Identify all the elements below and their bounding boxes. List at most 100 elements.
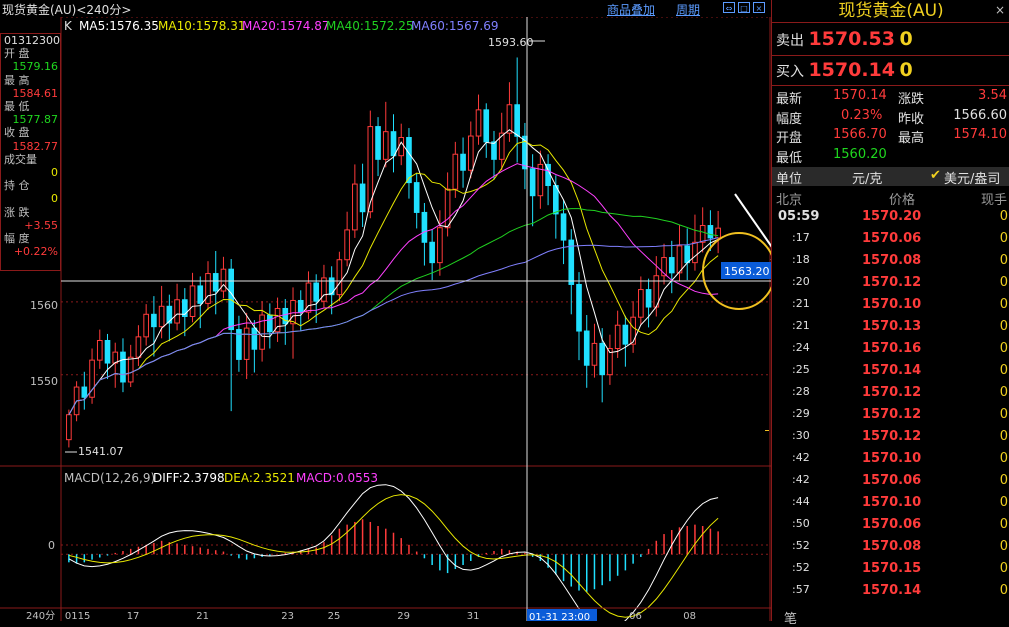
tick-time: :21 <box>792 319 810 332</box>
candle-up <box>336 259 343 296</box>
candle-up <box>243 327 250 360</box>
time-label: 08 <box>683 611 696 621</box>
buy-label: 买入 <box>776 64 804 80</box>
tick-price: 1570.12 <box>862 407 922 422</box>
info-pct-value: +0.22% <box>13 245 58 259</box>
close-chart-icon[interactable]: × <box>753 2 765 13</box>
info-low-value: 1577.87 <box>12 113 59 127</box>
tick-row[interactable]: :52 1570.15 0 <box>772 561 1009 583</box>
tick-volume: 0 <box>999 561 1008 576</box>
check-icon: ✔ <box>930 168 941 183</box>
buy-volume: 0 <box>899 59 913 81</box>
tick-row[interactable]: :21 1570.10 0 <box>772 297 1009 319</box>
tick-row[interactable]: :20 1570.12 0 <box>772 275 1009 297</box>
unit-option[interactable]: 元/克 <box>852 168 882 187</box>
candle-down <box>151 313 157 328</box>
amplitude-value: 0.23% <box>841 108 883 123</box>
prev-close-label: 昨收 <box>898 112 925 127</box>
tick-row[interactable]: :42 1570.06 0 <box>772 473 1009 495</box>
info-low-label: 最 低 <box>4 100 30 114</box>
ma-legend-ma20: MA20:1574.87 <box>242 19 330 33</box>
candle-down <box>267 314 273 333</box>
kline-chart[interactable]: 1593.60 1541.07 1560 1550 1563.20 K MA5:… <box>0 0 771 621</box>
candle-down <box>429 241 435 264</box>
tick-row[interactable]: :25 1570.14 0 <box>772 363 1009 385</box>
tick-volume: 0 <box>999 209 1008 224</box>
time-label: 23 <box>281 611 294 621</box>
ma-legend-ma40: MA40:1572.25 <box>326 19 414 33</box>
candle-down <box>491 141 497 160</box>
tick-volume: 0 <box>999 451 1008 466</box>
tick-row[interactable]: :29 1570.12 0 <box>772 407 1009 429</box>
tick-row[interactable]: :21 1570.13 0 <box>772 319 1009 341</box>
crosshair-price-label: 1563.20 <box>724 265 770 278</box>
tick-row[interactable]: :44 1570.10 0 <box>772 495 1009 517</box>
candle-up <box>259 314 265 350</box>
macd-zero-label: 0 <box>48 539 55 552</box>
time-label: 0115 <box>65 611 90 621</box>
sell-price: 1570.53 <box>808 28 895 50</box>
tick-volume: 0 <box>999 297 1008 312</box>
currency-option[interactable]: 美元/盎司 <box>944 168 1000 187</box>
tick-time: :50 <box>792 517 810 530</box>
ma-legend-ma10: MA10:1578.31 <box>158 19 246 33</box>
tick-price: 1570.13 <box>862 319 922 334</box>
tick-row[interactable]: :42 1570.10 0 <box>772 451 1009 473</box>
tick-row[interactable]: :17 1570.06 0 <box>772 231 1009 253</box>
candle-up <box>112 351 119 364</box>
tick-row[interactable]: :28 1570.12 0 <box>772 385 1009 407</box>
maximize-icon[interactable]: □ <box>738 2 750 13</box>
tick-row[interactable]: :50 1570.06 0 <box>772 517 1009 539</box>
tick-volume: 0 <box>999 583 1008 598</box>
tick-volume: 0 <box>999 495 1008 510</box>
candle-down <box>313 282 320 302</box>
candle-down <box>390 131 397 157</box>
tick-price: 1570.14 <box>862 583 922 598</box>
candle-down <box>120 351 126 383</box>
tick-price: 1570.08 <box>862 253 922 268</box>
time-label: 31 <box>467 611 480 621</box>
unit-bar: 单位 元/克 ✔ 美元/盎司 <box>772 167 1009 187</box>
candle-down <box>684 245 691 264</box>
latest-value: 1570.14 <box>833 88 887 103</box>
unit-label: 单位 <box>776 172 803 187</box>
time-label: 29 <box>397 611 410 621</box>
prev-close-value: 1566.60 <box>953 108 1007 123</box>
candle-down <box>251 327 258 350</box>
sell-volume: 0 <box>899 28 913 50</box>
tick-row[interactable]: :18 1570.08 0 <box>772 253 1009 275</box>
restore-icon[interactable]: ⇔ <box>723 2 735 13</box>
change-label: 涨跌 <box>898 92 925 107</box>
candle-up <box>174 299 180 324</box>
candle-up <box>135 336 142 358</box>
tick-row[interactable]: :24 1570.16 0 <box>772 341 1009 363</box>
candle-down <box>375 126 381 160</box>
quote-title: 现货黄金(AU) <box>838 1 944 21</box>
tick-volume: 0 <box>999 275 1008 290</box>
candle-down <box>529 168 536 197</box>
candle-down <box>645 289 652 308</box>
time-label: 06 <box>629 611 642 621</box>
tick-volume: 0 <box>999 363 1008 378</box>
tick-row[interactable]: :57 1570.14 0 <box>772 583 1009 605</box>
candle-down <box>421 211 428 243</box>
tick-header-price: 价格 <box>889 193 916 208</box>
candle-down <box>599 342 606 376</box>
tick-row[interactable]: :52 1570.08 0 <box>772 539 1009 561</box>
candle-down <box>668 257 675 274</box>
info-high-label: 最 高 <box>4 73 30 87</box>
candle-up <box>452 153 459 190</box>
info-close-label: 收 盘 <box>4 126 30 140</box>
close-panel-icon[interactable]: × <box>995 3 1005 17</box>
overlay-commodity-link[interactable]: 商品叠加 <box>607 1 655 18</box>
crosshair-time-label: 01-31 23:00 <box>529 612 590 621</box>
candle-down <box>359 183 366 213</box>
tick-row[interactable]: 05:59 1570.20 0 <box>772 209 1009 231</box>
candle-down <box>166 305 173 324</box>
period-link[interactable]: 周期 <box>676 1 700 18</box>
change-value: 3.54 <box>978 88 1007 103</box>
price-tick-1550: 1550 <box>30 375 58 388</box>
tick-row[interactable]: :30 1570.12 0 <box>772 429 1009 451</box>
period-label: 240分 <box>26 610 55 621</box>
candle-up <box>614 324 621 349</box>
